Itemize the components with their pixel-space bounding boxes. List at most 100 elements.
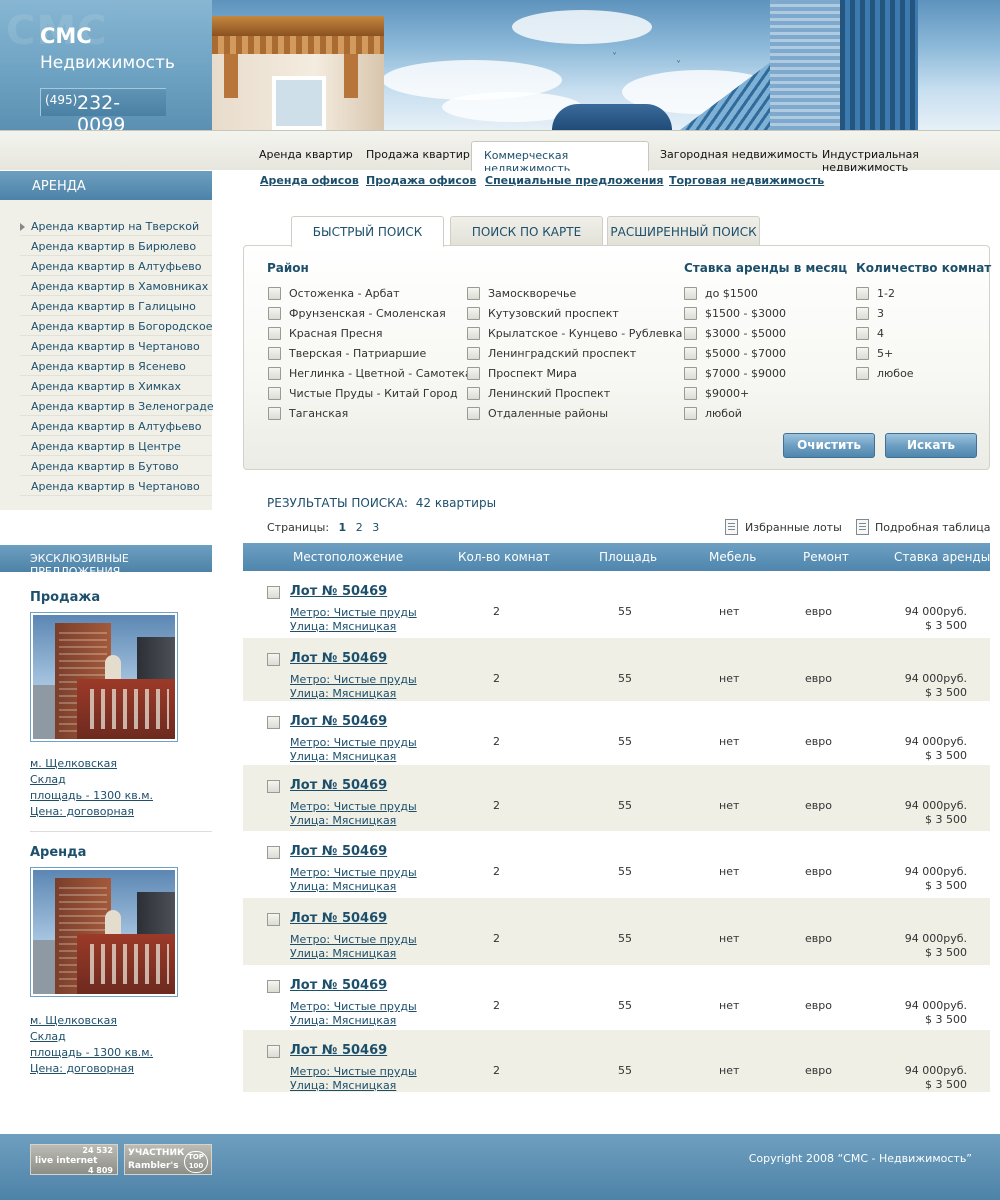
subnav-special-offers[interactable]: Специальные предложения — [485, 174, 663, 187]
sidebar-item-label[interactable]: Аренда квартир в Галицыно — [31, 300, 196, 313]
sidebar-item[interactable]: Аренда квартир в Чертаново — [20, 336, 212, 356]
checkbox[interactable] — [268, 327, 281, 340]
row-checkbox[interactable] — [267, 780, 280, 793]
lot-link[interactable]: Лот № 50469 — [290, 911, 387, 926]
clear-button[interactable]: Очистить — [783, 433, 875, 458]
street-link[interactable]: Улица: Мясницкая — [290, 687, 396, 700]
checkbox[interactable] — [467, 347, 480, 360]
sidebar-item[interactable]: Аренда квартир в Хамовниках — [20, 276, 212, 296]
col-rent-rate[interactable]: Ставка аренды — [894, 550, 990, 564]
checkbox[interactable] — [467, 367, 480, 380]
col-rooms[interactable]: Кол-во комнат — [458, 550, 550, 564]
metro-link[interactable]: Метро: Чистые пруды — [290, 1065, 417, 1078]
sidebar-item-label[interactable]: Аренда квартир в Химках — [31, 380, 181, 393]
checkbox[interactable] — [856, 367, 869, 380]
lot-link[interactable]: Лот № 50469 — [290, 1043, 387, 1058]
street-link[interactable]: Улица: Мясницкая — [290, 1014, 396, 1027]
sidebar-item-label[interactable]: Аренда квартир в Ясенево — [31, 360, 186, 373]
subnav-rent-offices[interactable]: Аренда офисов — [260, 174, 359, 187]
table-row[interactable]: Лот № 50469 Метро: Чистые пруды Улица: Мяс… — [243, 898, 990, 965]
checkbox[interactable] — [684, 407, 697, 420]
subnav-retail[interactable]: Торговая недвижимость — [669, 174, 824, 187]
metro-link[interactable]: Метро: Чистые пруды — [290, 1000, 417, 1013]
offer-metro[interactable]: м. Щелковская — [30, 1014, 117, 1027]
sidebar-item-label[interactable]: Аренда квартир в Хамовниках — [31, 280, 208, 293]
checkbox[interactable] — [856, 327, 869, 340]
lot-link[interactable]: Лот № 50469 — [290, 714, 387, 729]
offer-photo[interactable] — [30, 867, 178, 997]
checkbox[interactable] — [684, 367, 697, 380]
row-checkbox[interactable] — [267, 980, 280, 993]
favorites-link[interactable]: Избранные лоты — [745, 521, 842, 534]
metro-link[interactable]: Метро: Чистые пруды — [290, 800, 417, 813]
page-link-3[interactable]: 3 — [372, 521, 379, 534]
table-row[interactable]: Лот № 50469 Метро: Чистые пруды Улица: Мяс… — [243, 701, 990, 765]
table-row[interactable]: Лот № 50469 Метро: Чистые пруды Улица: Мяс… — [243, 831, 990, 898]
lot-link[interactable]: Лот № 50469 — [290, 651, 387, 666]
checkbox[interactable] — [268, 407, 281, 420]
tab-map-search[interactable]: ПОИСК ПО КАРТЕ — [450, 216, 603, 246]
table-row[interactable]: Лот № 50469 Метро: Чистые пруды Улица: Мяс… — [243, 1030, 990, 1092]
col-furniture[interactable]: Мебель — [709, 550, 756, 564]
checkbox[interactable] — [268, 387, 281, 400]
checkbox[interactable] — [684, 327, 697, 340]
col-repair[interactable]: Ремонт — [803, 550, 849, 564]
metro-link[interactable]: Метро: Чистые пруды — [290, 736, 417, 749]
offer-type[interactable]: Склад — [30, 1030, 66, 1043]
sidebar-item[interactable]: Аренда квартир в Бутово — [20, 456, 212, 476]
sidebar-item-label[interactable]: Аренда квартир в Зеленограде — [31, 400, 214, 413]
sidebar-item[interactable]: Аренда квартир на Тверской — [20, 216, 212, 236]
street-link[interactable]: Улица: Мясницкая — [290, 947, 396, 960]
sidebar-item-label[interactable]: Аренда квартир в Алтуфьево — [31, 260, 202, 273]
table-row[interactable]: Лот № 50469 Метро: Чистые пруды Улица: Мяс… — [243, 765, 990, 831]
street-link[interactable]: Улица: Мясницкая — [290, 880, 396, 893]
metro-link[interactable]: Метро: Чистые пруды — [290, 606, 417, 619]
metro-link[interactable]: Метро: Чистые пруды — [290, 866, 417, 879]
sidebar-item-label[interactable]: Аренда квартир в Центре — [31, 440, 181, 453]
sidebar-item-label[interactable]: Аренда квартир в Чертаново — [31, 480, 200, 493]
offer-type[interactable]: Склад — [30, 773, 66, 786]
table-row[interactable]: Лот № 50469 Метро: Чистые пруды Улица: Мяс… — [243, 571, 990, 638]
sidebar-item-label[interactable]: Аренда квартир на Тверской — [31, 220, 199, 233]
nav-item-rent-apartments[interactable]: Аренда квартир — [259, 148, 353, 161]
sidebar-item[interactable]: Аренда квартир в Чертаново — [20, 476, 212, 496]
checkbox[interactable] — [856, 307, 869, 320]
lot-link[interactable]: Лот № 50469 — [290, 978, 387, 993]
sidebar-item-label[interactable]: Аренда квартир в Бирюлево — [31, 240, 196, 253]
checkbox[interactable] — [684, 307, 697, 320]
checkbox[interactable] — [684, 287, 697, 300]
lot-link[interactable]: Лот № 50469 — [290, 778, 387, 793]
checkbox[interactable] — [467, 287, 480, 300]
sidebar-item[interactable]: Аренда квартир в Галицыно — [20, 296, 212, 316]
street-link[interactable]: Улица: Мясницкая — [290, 620, 396, 633]
logo-panel[interactable]: CMC СМС Недвижимость (495) 232-0099 — [0, 0, 212, 130]
page-link-1[interactable]: 1 — [339, 521, 347, 534]
checkbox[interactable] — [467, 387, 480, 400]
metro-link[interactable]: Метро: Чистые пруды — [290, 933, 417, 946]
checkbox[interactable] — [268, 307, 281, 320]
sidebar-item-label[interactable]: Аренда квартир в Чертаново — [31, 340, 200, 353]
checkbox[interactable] — [467, 327, 480, 340]
row-checkbox[interactable] — [267, 913, 280, 926]
nav-item-country[interactable]: Загородная недвижимость — [660, 148, 818, 161]
sidebar-item[interactable]: Аренда квартир в Алтуфьево — [20, 416, 212, 436]
favorites-icon[interactable] — [725, 519, 738, 535]
tab-advanced-search[interactable]: РАСШИРЕННЫЙ ПОИСК — [607, 216, 760, 246]
checkbox[interactable] — [268, 287, 281, 300]
sidebar-item[interactable]: Аренда квартир в Зеленограде — [20, 396, 214, 416]
checkbox[interactable] — [856, 287, 869, 300]
sidebar-item-label[interactable]: Аренда квартир в Бутово — [31, 460, 179, 473]
page-link-2[interactable]: 2 — [356, 521, 363, 534]
table-row[interactable]: Лот № 50469 Метро: Чистые пруды Улица: Мяс… — [243, 965, 990, 1030]
sidebar-item[interactable]: Аренда квартир в Богородское — [20, 316, 212, 336]
offer-area[interactable]: площадь - 1300 кв.м. — [30, 1046, 153, 1059]
col-location[interactable]: Местоположение — [293, 550, 403, 564]
checkbox[interactable] — [684, 347, 697, 360]
row-checkbox[interactable] — [267, 846, 280, 859]
sidebar-item[interactable]: Аренда квартир в Алтуфьево — [20, 256, 212, 276]
sidebar-item[interactable]: Аренда квартир в Центре — [20, 436, 212, 456]
sidebar-item[interactable]: Аренда квартир в Ясенево — [20, 356, 212, 376]
offer-area[interactable]: площадь - 1300 кв.м. — [30, 789, 153, 802]
lot-link[interactable]: Лот № 50469 — [290, 844, 387, 859]
street-link[interactable]: Улица: Мясницкая — [290, 1079, 396, 1092]
